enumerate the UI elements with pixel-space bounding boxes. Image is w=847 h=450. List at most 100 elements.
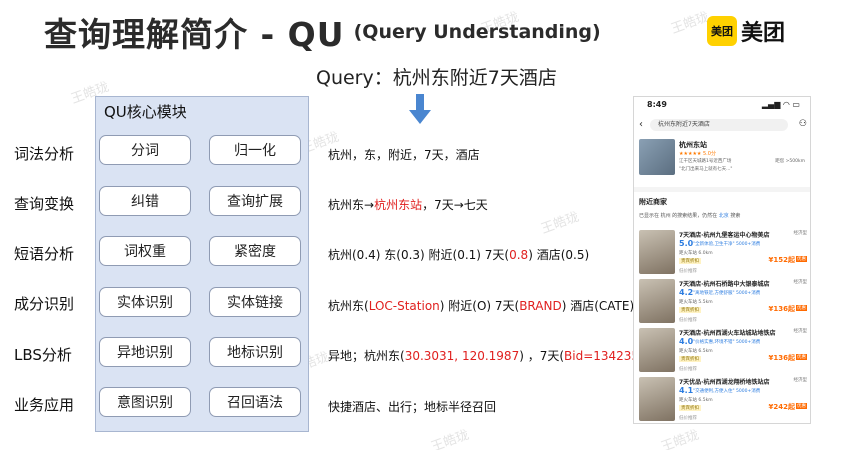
logo-brand: 美团 (741, 21, 786, 46)
row-result-phrase: 杭州(0.4) 东(0.3) 附近(0.1) 7天(0.8) 酒店(0.5) (328, 246, 589, 263)
user-icon[interactable]: ⚇ (799, 119, 807, 129)
result-part: ) 附近(O) 7天( (439, 299, 520, 313)
poi-review: "北门出来马上就有七天..." (679, 167, 733, 172)
hotel-ad-label: 低价推荐 (679, 367, 697, 372)
result-part: 杭州东( (328, 299, 369, 313)
row-label-phrase: 短语分析 (14, 245, 75, 263)
hotel-image (639, 377, 675, 421)
hotel-review: "全新体验,卫生干净" 5000+消费 (693, 242, 761, 247)
qu-core-module-panel: QU核心模块 分词 归一化 纠错 查询扩展 词权重 紧密度 实体识别 实体链接 … (95, 96, 309, 432)
result-highlight: 杭州东站 (374, 198, 423, 212)
hotel-score: 5.0 (679, 239, 694, 248)
result-part: ) ，7天( (519, 349, 565, 363)
watermark: 王皓珑 (429, 427, 472, 450)
hotel-image (639, 230, 675, 274)
hotel-ad-label: 低价推荐 (679, 318, 697, 323)
divider (634, 187, 810, 192)
hotel-image (639, 279, 675, 323)
query-expansion-button[interactable]: 查询扩展 (209, 186, 301, 216)
arrow-down-icon (409, 94, 431, 124)
watermark: 王皓珑 (539, 209, 582, 238)
result-highlight: 30.3031, 120.1987 (404, 349, 520, 363)
hotel-list-item[interactable]: 7天酒店·杭州九堡客运中心物美店 经济型 5.0 "全新体验,卫生干净" 500… (639, 230, 807, 276)
hotel-promo-badge: 优惠 (796, 403, 807, 409)
switch-city-link[interactable]: 北京 (719, 213, 729, 219)
hotel-score: 4.2 (679, 288, 694, 297)
hotel-image (639, 328, 675, 372)
search-location-note: 已显示在 杭州 的搜索结果，仍然在 北京 搜索 (639, 212, 740, 219)
hotel-promo-badge: 优惠 (796, 256, 807, 262)
watermark: 王皓珑 (669, 9, 712, 38)
hotel-promo-badge: 优惠 (796, 354, 807, 360)
hotel-price: ¥136起 (768, 354, 795, 362)
hotel-list-item[interactable]: 7天酒店·杭州石桥路中大银泰城店 经济型 4.2 "离地铁近,方便舒服" 500… (639, 279, 807, 325)
normalize-button[interactable]: 归一化 (209, 135, 301, 165)
hotel-list-item[interactable]: 7天优品·杭州西湖龙翔桥地铁站店 经济型 4.1 "交通便利,方便入住" 500… (639, 377, 807, 423)
hotel-price: ¥242起 (768, 403, 795, 411)
hotel-distance: 距火车站 6.5km (679, 349, 713, 354)
hotel-promo-badge: 优惠 (796, 305, 807, 311)
row-result-business: 快捷酒店、出行；地标半径召回 (328, 400, 497, 414)
term-weight-button[interactable]: 词权重 (99, 236, 191, 266)
segment-button[interactable]: 分词 (99, 135, 191, 165)
result-part: ，7天→七天 (422, 198, 488, 212)
hotel-review: "价格实惠,环境不错" 5000+消费 (693, 340, 761, 345)
row-result-lbs: 异地；杭州东(30.3031, 120.1987) ，7天(Bid=134235… (328, 347, 644, 364)
search-input[interactable]: 杭州东附近7天酒店 (650, 119, 788, 131)
remote-recognition-button[interactable]: 异地识别 (99, 337, 191, 367)
meituan-logo: 美团 美团 (707, 15, 785, 47)
hotel-distance: 距火车站 6.5km (679, 398, 713, 403)
title-main: 查询理解简介 - QU (44, 15, 345, 54)
query-text: Query：杭州东附近7天酒店 (316, 67, 557, 89)
watermark: 王皓珑 (659, 427, 702, 450)
intent-recognition-button[interactable]: 意图识别 (99, 387, 191, 417)
hotel-type: 经济型 (791, 279, 807, 285)
result-highlight: LOC-Station (368, 299, 440, 313)
note-suffix: 搜索 (730, 213, 741, 219)
recall-grammar-button[interactable]: 召回语法 (209, 387, 301, 417)
tightness-button[interactable]: 紧密度 (209, 236, 301, 266)
poi-address: 江干区天城路1号近西广场 (679, 159, 732, 164)
hotel-price: ¥136起 (768, 305, 795, 313)
row-result-component: 杭州东(LOC-Station) 附近(O) 7天(BRAND) 酒店(CATE… (328, 297, 634, 314)
hotel-name: 7天酒店·杭州九堡客运中心物美店 (679, 232, 770, 239)
entity-linking-button[interactable]: 实体链接 (209, 287, 301, 317)
hotel-review: "离地铁近,方便舒服" 5000+消费 (693, 291, 761, 296)
hotel-review: "交通便利,方便入住" 5000+消费 (693, 389, 761, 394)
hotel-name: 7天优品·杭州西湖龙翔桥地铁站店 (679, 379, 770, 386)
row-label-business: 业务应用 (14, 396, 75, 414)
result-part: ) 酒店(0.5) (528, 248, 590, 262)
hotel-tag: 贵宾折扣 (679, 356, 701, 362)
hotel-score: 4.0 (679, 337, 694, 346)
hotel-ad-label: 低价推荐 (679, 269, 697, 274)
logo-badge: 美团 (707, 16, 737, 46)
row-label-transform: 查询变换 (14, 195, 75, 213)
result-highlight: Bid=134235 (564, 349, 640, 363)
hotel-type: 经济型 (791, 230, 807, 236)
hotel-type: 经济型 (791, 377, 807, 383)
hotel-distance: 距火车站 5.5km (679, 300, 713, 305)
poi-name: 杭州东站 (679, 141, 707, 149)
status-bar: 8:49 ▂▄▆ ◠ ▭ (634, 97, 810, 111)
back-icon[interactable]: ‹ (639, 119, 643, 130)
hotel-list-item[interactable]: 7天酒店·杭州西湖火车站城站地铁店 经济型 4.0 "价格实惠,环境不错" 50… (639, 328, 807, 374)
landmark-recognition-button[interactable]: 地标识别 (209, 337, 301, 367)
title-sub: (Query Understanding) (353, 21, 601, 43)
hotel-type: 经济型 (791, 328, 807, 334)
spell-correct-button[interactable]: 纠错 (99, 186, 191, 216)
entity-recognition-button[interactable]: 实体识别 (99, 287, 191, 317)
page-title: 查询理解简介 - QU (Query Understanding) (44, 8, 601, 54)
row-label-lexical: 词法分析 (14, 145, 75, 163)
hotel-tag: 贵宾折扣 (679, 405, 701, 411)
poi-card[interactable]: 杭州东站 ★★★★★ 5.0分 江干区天城路1号近西广场 距您 >500km "… (639, 139, 807, 183)
hotel-distance: 距火车站 6.0km (679, 251, 713, 256)
hotel-name: 7天酒店·杭州西湖火车站城站地铁店 (679, 330, 776, 337)
poi-image (639, 139, 675, 175)
result-part: ) 酒店(CATE) (561, 299, 635, 313)
module-title: QU核心模块 (104, 103, 187, 121)
hotel-ad-label: 低价推荐 (679, 416, 697, 421)
hotel-score: 4.1 (679, 386, 694, 395)
row-result-lexical: 杭州，东，附近，7天，酒店 (328, 148, 480, 162)
result-highlight: BRAND (519, 299, 562, 313)
result-part: 杭州(0.4) 东(0.3) 附近(0.1) 7天( (328, 248, 510, 262)
